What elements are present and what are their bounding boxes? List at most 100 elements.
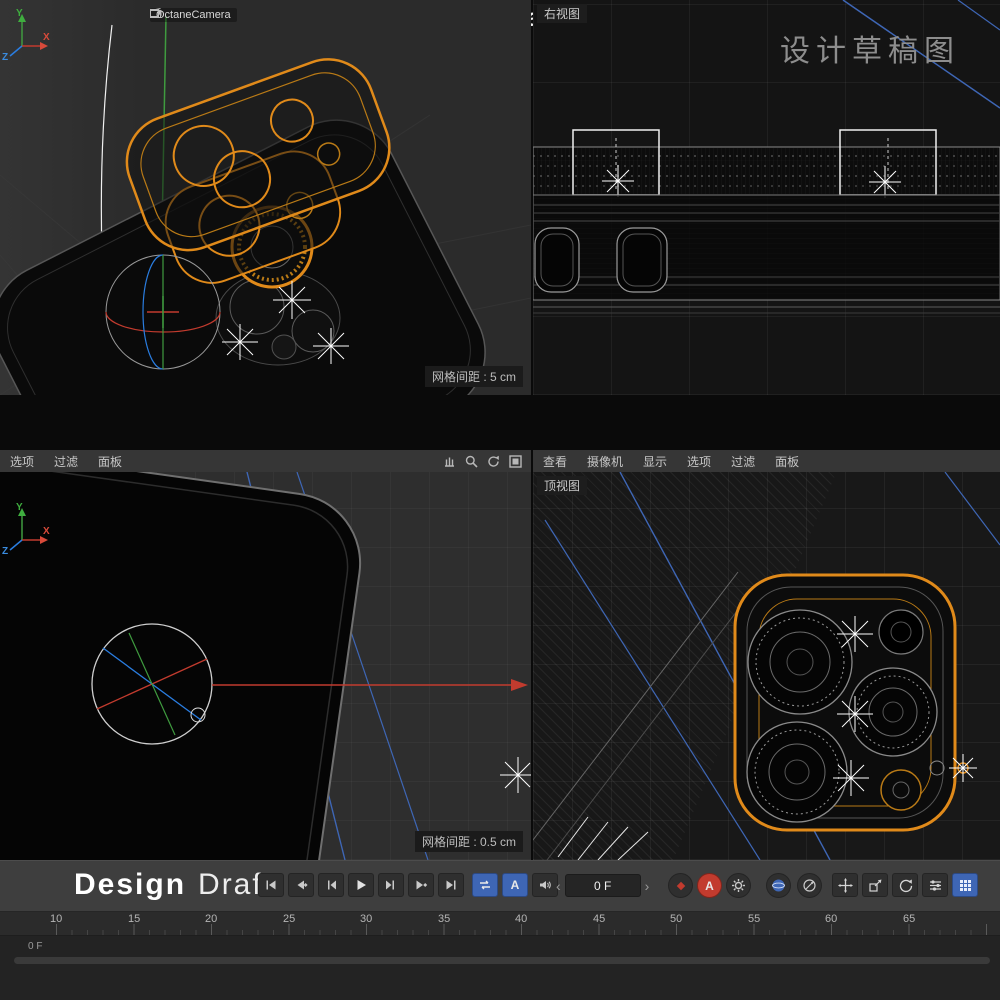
play-button[interactable] xyxy=(348,873,374,897)
menu-view[interactable]: 查看 xyxy=(533,453,577,470)
case-edge-line xyxy=(547,590,753,860)
ruler-number: 15 xyxy=(128,913,140,925)
loop-icon xyxy=(478,878,492,892)
timeline-range-strip: 0 F xyxy=(0,935,1000,1000)
c4d-application-window: Derived from multiple accumulated experi… xyxy=(0,0,1000,1000)
edge-tick-marks xyxy=(558,817,648,860)
play-icon xyxy=(354,878,368,892)
sound-button[interactable] xyxy=(532,873,558,897)
perspective-canvas[interactable] xyxy=(0,0,531,395)
frame-field-group: ‹ 0 F › xyxy=(556,874,649,897)
solo-animation-button[interactable] xyxy=(797,873,822,898)
current-frame-input[interactable]: 0 F xyxy=(565,874,641,897)
menu-camera[interactable]: 摄像机 xyxy=(577,453,633,470)
auto-keying-button[interactable]: A xyxy=(697,873,722,898)
ruler-number: 25 xyxy=(283,913,295,925)
record-pla-button[interactable] xyxy=(952,873,978,897)
key-selection-tools xyxy=(766,873,822,898)
phone-front-body[interactable] xyxy=(0,472,369,860)
zoom-icon[interactable] xyxy=(464,454,479,469)
menu-filter[interactable]: 过滤 xyxy=(44,453,88,470)
prev-frame-button[interactable] xyxy=(318,873,344,897)
flash-circle[interactable] xyxy=(879,610,923,654)
ruler-number: 10 xyxy=(50,913,62,925)
top-view-canvas[interactable] xyxy=(533,472,1000,860)
viewport-label: 顶视图 xyxy=(537,476,587,495)
film-slate-icon xyxy=(150,8,161,18)
skip-start-icon xyxy=(264,878,278,892)
playback-toggles: A xyxy=(472,873,558,897)
record-keyframe-button[interactable] xyxy=(668,873,693,898)
record-scale-button[interactable] xyxy=(862,873,888,897)
construction-line xyxy=(545,520,760,860)
axis-y-label: Y xyxy=(16,8,23,19)
gear-icon xyxy=(731,878,746,893)
front-canvas[interactable] xyxy=(0,472,531,860)
record-parameter-button[interactable] xyxy=(922,873,948,897)
skip-end-button[interactable] xyxy=(438,873,464,897)
ruler-number: 55 xyxy=(748,913,760,925)
menu-options[interactable]: 选项 xyxy=(0,453,44,470)
record-pla-icon xyxy=(958,878,973,893)
playback-controls xyxy=(258,873,464,897)
menu-display[interactable]: 显示 xyxy=(633,453,677,470)
viewport-perspective[interactable]: OctaneCamera xyxy=(0,0,531,395)
viewport-front[interactable]: Y X Z 网格间距 : 0.5 cm xyxy=(0,472,531,860)
axis-z-label: Z xyxy=(2,52,8,62)
skip-end-icon xyxy=(444,878,458,892)
record-rotation-button[interactable] xyxy=(892,873,918,897)
axis-z-label: Z xyxy=(2,546,8,556)
axis-gizmo[interactable]: Y X Z xyxy=(0,6,52,62)
caption-bold: Design xyxy=(74,868,186,901)
viewport-menubar-left: 选项 过滤 面板 xyxy=(0,450,531,472)
keying-settings-button[interactable] xyxy=(726,873,751,898)
next-frame-button[interactable] xyxy=(378,873,404,897)
blue-sphere-icon xyxy=(771,878,786,893)
menu-panel[interactable]: 面板 xyxy=(88,453,132,470)
frame-decrement[interactable]: ‹ xyxy=(556,879,561,893)
lens-bottom-left[interactable] xyxy=(747,722,847,822)
record-position-button[interactable] xyxy=(832,873,858,897)
axis-x-label: X xyxy=(43,526,50,537)
next-frame-icon xyxy=(384,878,398,892)
caption-text: DesignDraft xyxy=(74,868,273,902)
normal-starburst xyxy=(833,760,869,796)
maximize-view-icon[interactable] xyxy=(508,454,523,469)
skip-start-button[interactable] xyxy=(258,873,284,897)
menu-panel[interactable]: 面板 xyxy=(765,453,809,470)
compass-icon xyxy=(802,878,817,893)
lens-right[interactable] xyxy=(849,668,937,756)
timeline-ruler[interactable]: 10 15 20 25 30 35 40 45 50 55 60 65 xyxy=(0,910,1000,936)
case-side-top-plate[interactable] xyxy=(533,147,1000,195)
next-key-icon xyxy=(414,878,428,892)
menu-options[interactable]: 选项 xyxy=(677,453,721,470)
grid-spacing-badge: 网格间距 : 0.5 cm xyxy=(415,831,523,852)
pan-hand-icon[interactable] xyxy=(442,454,457,469)
axis-x-label: X xyxy=(43,32,50,43)
range-start-label: 0 F xyxy=(28,941,42,952)
viewport-top-view[interactable]: 顶视图 xyxy=(533,472,1000,860)
menu-filter[interactable]: 过滤 xyxy=(721,453,765,470)
ruler-number: 45 xyxy=(593,913,605,925)
normal-starburst xyxy=(313,328,349,364)
case-side-body[interactable] xyxy=(533,195,1000,313)
camera-label[interactable]: OctaneCamera xyxy=(150,8,237,22)
keyframe-selection-button[interactable] xyxy=(766,873,791,898)
loop-playback-button[interactable] xyxy=(472,873,498,897)
record-rotation-icon xyxy=(898,878,913,893)
axis-y-label: Y xyxy=(16,502,23,513)
viewport-label: 右视图 xyxy=(537,4,587,23)
case-edge-line xyxy=(533,572,738,840)
frame-increment[interactable]: › xyxy=(645,879,650,893)
viewport-right-view[interactable]: 右视图 设计草稿图 xyxy=(533,0,1000,395)
rotate-view-icon[interactable] xyxy=(486,454,501,469)
lens-top-left[interactable] xyxy=(748,610,852,714)
prev-key-button[interactable] xyxy=(288,873,314,897)
next-key-button[interactable] xyxy=(408,873,434,897)
timeline-scrollbar[interactable] xyxy=(14,957,990,964)
record-scale-icon xyxy=(868,878,883,893)
axis-gizmo[interactable]: Y X Z xyxy=(0,500,52,556)
animation-toolbar: DesignDraft xyxy=(0,860,1000,912)
autokey-button[interactable]: A xyxy=(502,873,528,897)
mic-circle[interactable] xyxy=(881,770,921,810)
